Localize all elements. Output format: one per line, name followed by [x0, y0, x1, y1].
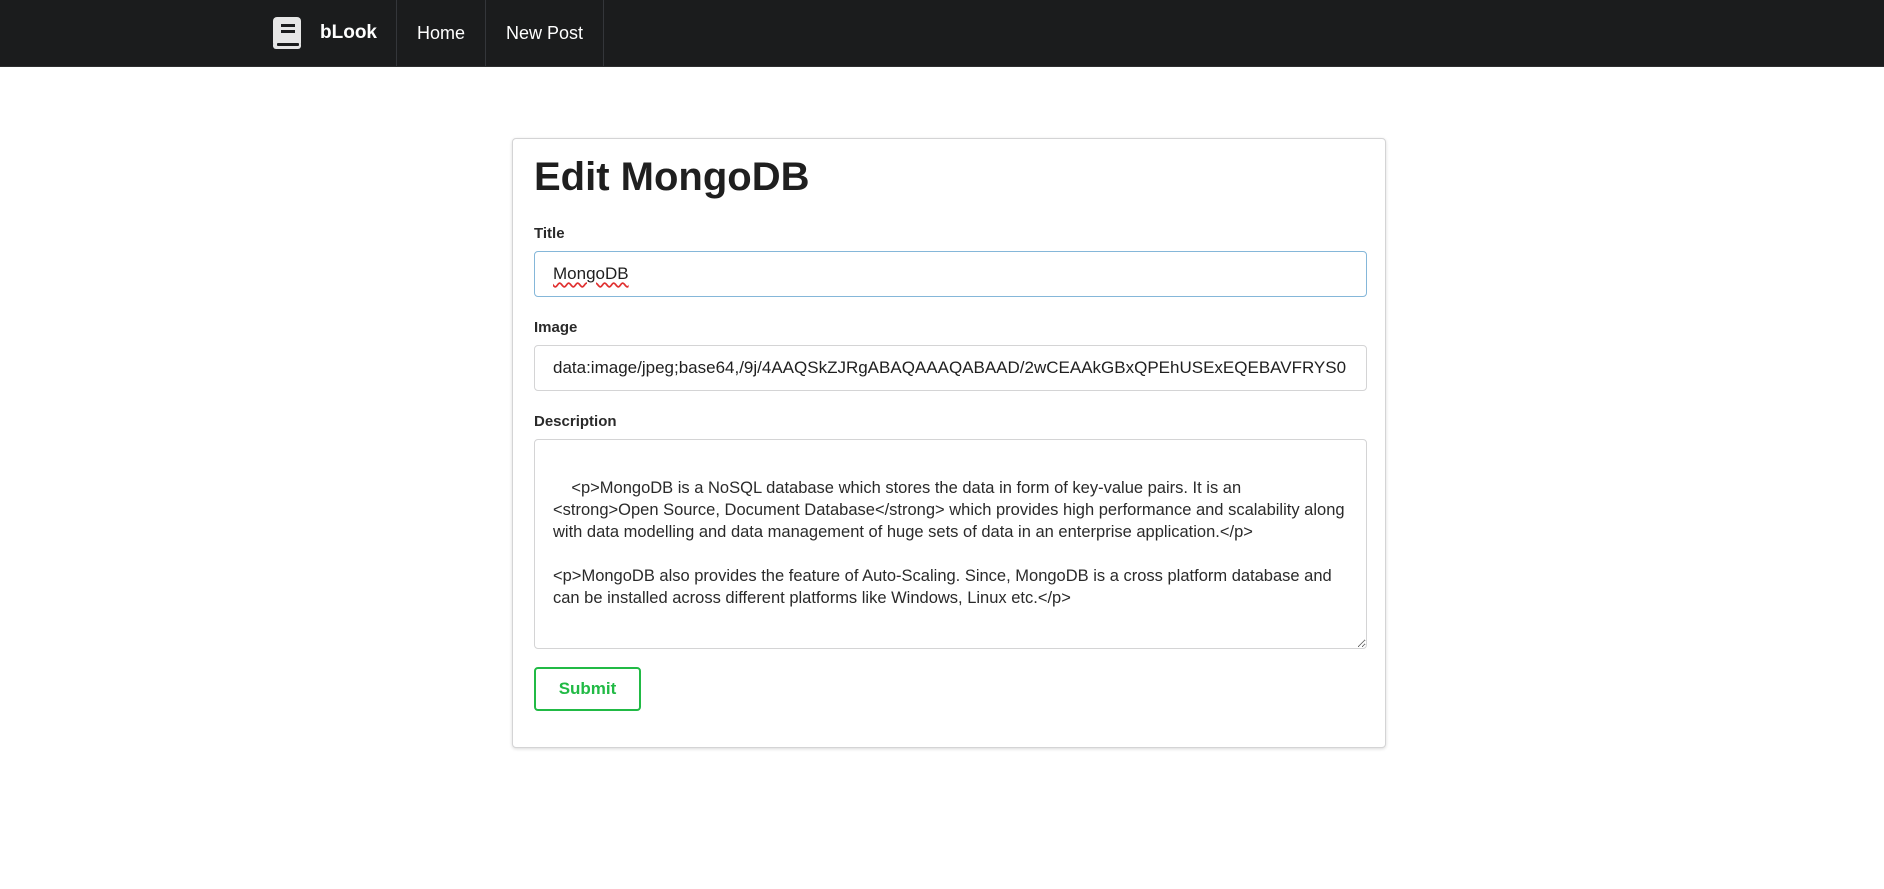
- image-label: Image: [534, 319, 578, 336]
- nav-menu: bLook Home New Post: [258, 0, 605, 66]
- edit-post-card: Edit MongoDB Title MongoDB Image data:im…: [512, 138, 1386, 748]
- nav-item-label: New Post: [506, 22, 584, 43]
- submit-button[interactable]: Submit: [534, 667, 641, 711]
- brand-name: bLook: [320, 22, 377, 43]
- image-input-value: data:image/jpeg;base64,/9j/4AAQSkZJRgABA…: [553, 358, 1347, 377]
- nav-item-new-post[interactable]: New Post: [486, 0, 605, 66]
- page-title: Edit MongoDB: [534, 155, 810, 199]
- top-navbar: bLook Home New Post: [0, 0, 1884, 67]
- submit-button-label: Submit: [558, 679, 617, 698]
- description-label: Description: [534, 413, 617, 430]
- resize-handle-icon[interactable]: [1353, 635, 1363, 645]
- nav-item-home[interactable]: Home: [397, 0, 487, 66]
- book-icon: [271, 15, 303, 51]
- nav-item-label: Home: [417, 22, 466, 43]
- image-input[interactable]: data:image/jpeg;base64,/9j/4AAQSkZJRgABA…: [534, 345, 1367, 391]
- title-input[interactable]: MongoDB: [534, 251, 1367, 297]
- title-label: Title: [534, 225, 565, 242]
- description-textarea[interactable]: <p>MongoDB is a NoSQL database which sto…: [534, 439, 1367, 649]
- title-input-value: MongoDB: [553, 264, 629, 283]
- description-textarea-value: <p>MongoDB is a NoSQL database which sto…: [553, 479, 1345, 607]
- brand-link[interactable]: bLook: [258, 0, 397, 66]
